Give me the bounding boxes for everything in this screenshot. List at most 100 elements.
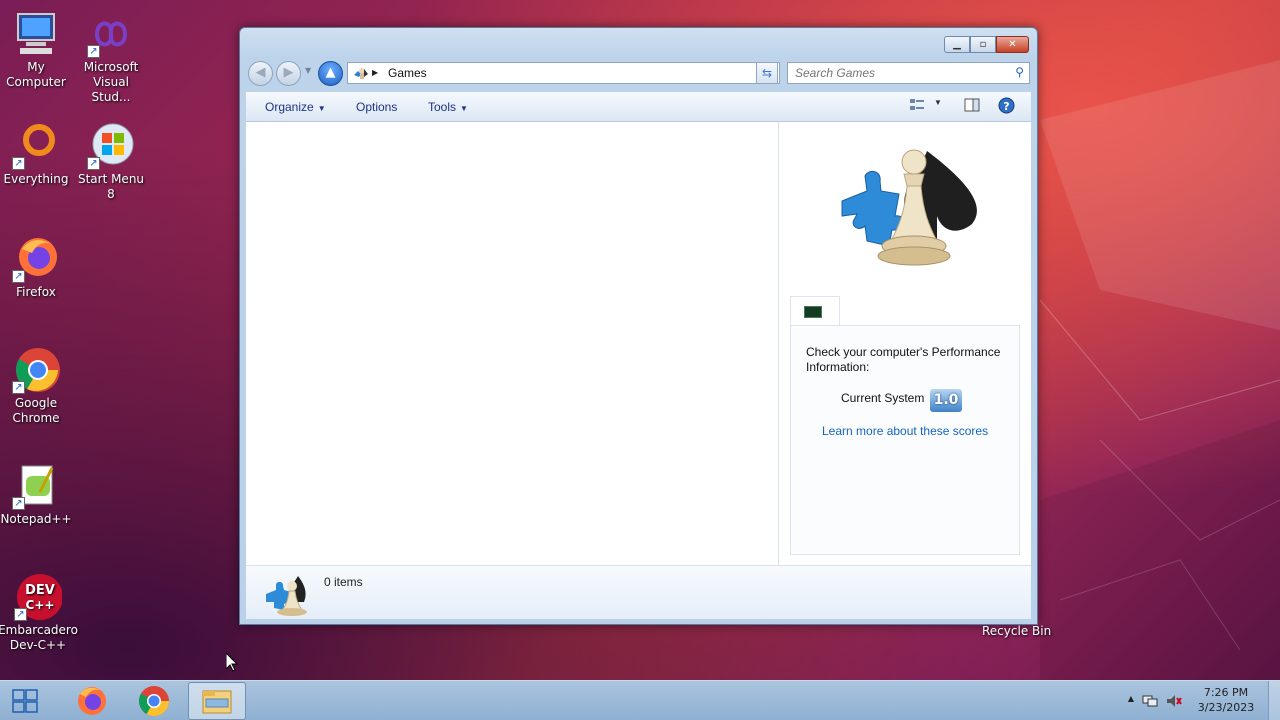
shortcut-arrow-icon: ↗ bbox=[12, 381, 25, 394]
learn-more-link[interactable]: Learn more about these scores bbox=[822, 424, 988, 438]
recycle-bin-label[interactable]: Recycle Bin bbox=[982, 624, 1051, 638]
help-button[interactable]: ? bbox=[998, 97, 1015, 117]
volume-muted-icon[interactable] bbox=[1166, 693, 1182, 712]
mouse-cursor-icon bbox=[225, 651, 239, 675]
recent-pages-dropdown-icon[interactable]: ▼ bbox=[305, 66, 311, 75]
firefox-icon: ↗ bbox=[12, 235, 60, 283]
chrome-icon: ↗ bbox=[12, 346, 60, 394]
desktop-icon-dev-cpp[interactable]: DEV C++ ↗ Embarcadero Dev-C++ bbox=[0, 573, 78, 653]
desktop-icon-label: Microsoft Visual Stud... bbox=[83, 60, 139, 104]
options-label: Options bbox=[356, 100, 398, 114]
start-button[interactable] bbox=[0, 681, 52, 720]
current-system-label: Current System bbox=[841, 391, 925, 405]
chevron-down-icon: ▼ bbox=[460, 104, 468, 113]
desktop-icon-label: Firefox bbox=[16, 285, 56, 299]
up-button[interactable]: ▲ bbox=[318, 61, 343, 86]
caption-buttons: ▁ ▫ ✕ bbox=[944, 36, 1029, 53]
shortcut-arrow-icon: ↗ bbox=[14, 608, 27, 621]
tools-label: Tools bbox=[428, 100, 457, 114]
details-pane: 0 items bbox=[246, 565, 1031, 619]
visual-studio-icon: ↗ bbox=[87, 10, 135, 58]
desktop-icon-everything[interactable]: ↗ Everything bbox=[0, 122, 74, 187]
performance-info-panel: Check your computer's Performance Inform… bbox=[790, 325, 1020, 555]
chrome-icon bbox=[138, 686, 169, 717]
help-icon: ? bbox=[998, 97, 1015, 114]
shortcut-arrow-icon: ↗ bbox=[87, 45, 100, 58]
change-view-button[interactable] bbox=[909, 97, 925, 117]
item-count: 0 items bbox=[324, 575, 363, 589]
minimize-button[interactable]: ▁ bbox=[944, 36, 970, 53]
desktop-icon-visual-studio[interactable]: ↗ Microsoft Visual Stud... bbox=[73, 10, 149, 105]
games-small-icon bbox=[264, 572, 312, 619]
wei-score-badge[interactable]: 1.0 bbox=[930, 389, 962, 412]
address-bar[interactable]: ▶ Games ▼ bbox=[347, 62, 780, 84]
preview-pane-icon bbox=[964, 98, 980, 112]
desktop-icon-my-computer[interactable]: My Computer bbox=[0, 10, 74, 90]
firefox-icon bbox=[78, 687, 106, 715]
close-button[interactable]: ✕ bbox=[996, 36, 1029, 53]
tools-menu[interactable]: Tools ▼ bbox=[428, 100, 468, 114]
games-folder-icon bbox=[352, 65, 368, 87]
shortcut-arrow-icon: ↗ bbox=[87, 157, 100, 170]
windows-explorer-icon bbox=[202, 690, 232, 714]
computer-icon bbox=[12, 10, 60, 58]
desktop-icon-start-menu-8[interactable]: ↗ Start Menu 8 bbox=[73, 122, 149, 202]
svg-text:DEV: DEV bbox=[25, 583, 55, 598]
performance-chip-icon bbox=[804, 306, 822, 318]
desktop-icon-label: Notepad++ bbox=[0, 512, 72, 526]
organize-menu[interactable]: Organize ▼ bbox=[265, 100, 326, 114]
content-area: Check your computer's Performance Inform… bbox=[246, 122, 1031, 565]
desktop-icon-label: My Computer bbox=[6, 60, 66, 89]
command-bar: Organize ▼ Options Tools ▼ ▼ ? bbox=[246, 92, 1031, 122]
address-location[interactable]: Games bbox=[388, 63, 427, 83]
system-clock[interactable]: 7:26 PM 3/23/2023 bbox=[1196, 685, 1256, 715]
search-input[interactable] bbox=[788, 63, 998, 83]
file-list-pane[interactable] bbox=[246, 122, 778, 565]
show-hidden-icons-button[interactable]: ▲ bbox=[1128, 694, 1134, 703]
desktop-icon-label: Everything bbox=[3, 172, 69, 186]
breadcrumb-separator-icon[interactable]: ▶ bbox=[372, 63, 378, 83]
desktop-icon-google-chrome[interactable]: ↗ Google Chrome bbox=[0, 346, 74, 426]
desktop-icon-firefox[interactable]: ↗ Firefox bbox=[0, 235, 74, 300]
desktop-icon-notepad-plus-plus[interactable]: ↗ Notepad++ bbox=[0, 462, 74, 527]
desktop-icon-label: Start Menu 8 bbox=[77, 172, 145, 201]
windows-start-icon bbox=[12, 689, 38, 713]
search-icon[interactable]: ⚲ bbox=[1015, 65, 1024, 79]
view-dropdown-icon[interactable]: ▼ bbox=[934, 98, 942, 118]
windows-orb-icon: ↗ bbox=[87, 122, 135, 170]
desktop-icon-label: Google Chrome bbox=[12, 396, 60, 425]
taskbar-firefox-button[interactable] bbox=[63, 682, 121, 720]
games-explorer-icon bbox=[837, 146, 987, 274]
taskbar-chrome-button[interactable] bbox=[125, 682, 183, 720]
svg-text:C++: C++ bbox=[26, 598, 55, 612]
preview-pane: Check your computer's Performance Inform… bbox=[779, 122, 1031, 565]
refresh-button[interactable]: ⇆ bbox=[756, 62, 778, 84]
performance-message: Check your computer's Performance Inform… bbox=[806, 345, 1001, 374]
notepad-plus-plus-icon: ↗ bbox=[12, 462, 60, 510]
preview-pane-button[interactable] bbox=[964, 97, 980, 117]
performance-tab[interactable] bbox=[790, 296, 840, 326]
search-box[interactable]: ⚲ bbox=[787, 62, 1030, 84]
taskbar: ▲ 7:26 PM 3/23/2023 bbox=[0, 680, 1280, 720]
options-button[interactable]: Options bbox=[356, 100, 397, 114]
everything-search-icon: ↗ bbox=[12, 122, 60, 170]
maximize-button[interactable]: ▫ bbox=[970, 36, 996, 53]
back-button[interactable]: ◀ bbox=[248, 61, 273, 86]
svg-text:?: ? bbox=[1003, 100, 1009, 113]
show-desktop-button[interactable] bbox=[1268, 681, 1280, 720]
shortcut-arrow-icon: ↗ bbox=[12, 270, 25, 283]
games-explorer-window[interactable]: ▁ ▫ ✕ ◀ ▶ ▼ ▲ ▶ Games ▼ ⇆ ⚲ Organize▼ Op… bbox=[239, 27, 1038, 625]
navigation-bar: ◀ ▶ ▼ ▲ ▶ Games ▼ ⇆ ⚲ bbox=[248, 61, 1030, 86]
chevron-down-icon: ▼ bbox=[317, 104, 326, 113]
dev-cpp-icon: DEV C++ ↗ bbox=[14, 573, 63, 621]
shortcut-arrow-icon: ↗ bbox=[12, 157, 25, 170]
taskbar-explorer-button[interactable] bbox=[188, 682, 246, 720]
shortcut-arrow-icon: ↗ bbox=[12, 497, 25, 510]
clock-date: 3/23/2023 bbox=[1197, 701, 1255, 714]
organize-label: Organize bbox=[265, 100, 314, 114]
view-options-icon bbox=[910, 99, 924, 110]
network-icon[interactable] bbox=[1142, 693, 1158, 712]
forward-button[interactable]: ▶ bbox=[276, 61, 301, 86]
clock-time: 7:26 PM bbox=[1203, 686, 1249, 699]
desktop-icon-label: Embarcadero Dev-C++ bbox=[0, 623, 78, 652]
